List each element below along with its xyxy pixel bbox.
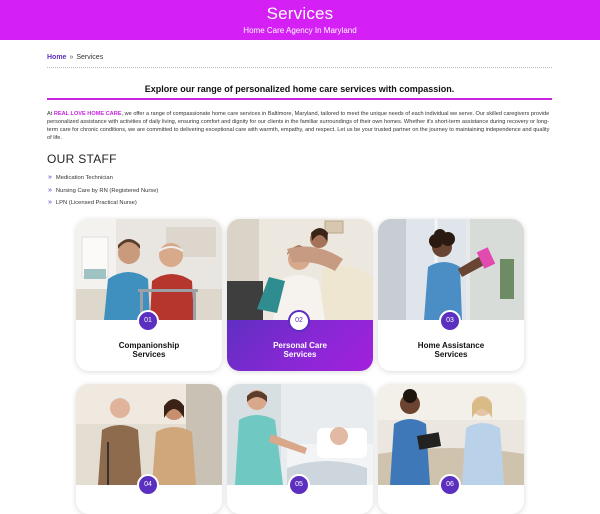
personal-care-photo <box>227 219 373 320</box>
service-title-line1: Companionship <box>118 341 180 350</box>
staff-item: » Medication Technician <box>48 172 158 185</box>
service-title-line2: Services <box>283 350 317 359</box>
tagline-underline <box>47 98 552 100</box>
staff-heading: OUR STAFF <box>47 152 117 166</box>
service-title-line2: Services <box>132 350 166 359</box>
breadcrumb-home-link[interactable]: Home <box>47 54 66 61</box>
service-6-photo <box>378 384 524 485</box>
service-title-line1: Personal Care <box>273 341 327 350</box>
breadcrumb-separator: » <box>69 54 74 61</box>
page-header: Services Home Care Agency In Maryland <box>0 0 600 40</box>
service-number-badge: 06 <box>439 474 461 496</box>
staff-item: » LPN (Licensed Practical Nurse) <box>48 197 158 210</box>
service-title: Home Assistance Services <box>378 341 524 359</box>
service-title-line1: Home Assistance <box>417 341 485 350</box>
double-chevron-right-icon: » <box>48 199 52 206</box>
service-4-photo <box>76 384 222 485</box>
breadcrumb: Home» Services <box>47 54 103 61</box>
service-number-badge: 04 <box>137 474 159 496</box>
staff-item-label: Medication Technician <box>55 175 113 181</box>
service-card-6[interactable]: 06 <box>378 384 524 514</box>
service-card-personal-care[interactable]: 02 Personal Care Services <box>227 219 373 371</box>
service-card-4[interactable]: 04 <box>76 384 222 514</box>
service-card-5[interactable]: 05 <box>227 384 373 514</box>
double-chevron-right-icon: » <box>48 186 52 194</box>
home-assistance-photo <box>378 219 524 320</box>
double-chevron-right-icon: » <box>48 174 52 181</box>
staff-list: » Medication Technician » Nursing Care by … <box>48 172 158 210</box>
intro-text-after: , we offer a range of compassionate home… <box>47 111 550 141</box>
intro-text-before: At <box>47 111 54 117</box>
staff-item-label: Nursing Care by RN (Registered Nurse) <box>55 187 159 194</box>
service-title: Companionship Services <box>76 341 222 359</box>
breadcrumb-divider <box>47 67 552 68</box>
service-title-line2: Services <box>434 350 468 359</box>
service-5-photo <box>227 384 373 485</box>
staff-item: » Nursing Care by RN (Registered Nurse) <box>48 185 158 198</box>
breadcrumb-current: Services <box>76 54 104 61</box>
section-tagline: Explore our range of personalized home c… <box>144 84 455 94</box>
service-number-badge: 03 <box>439 310 461 332</box>
companionship-photo <box>76 219 222 320</box>
page-subtitle: Home Care Agency In Maryland <box>243 26 357 35</box>
brand-name: REAL LOVE HOME CARE <box>53 111 122 117</box>
service-card-home-assistance[interactable]: 03 Home Assistance Services <box>378 219 524 371</box>
service-number-badge: 01 <box>137 310 159 332</box>
service-number-badge: 02 <box>288 310 310 332</box>
service-title: Personal Care Services <box>227 341 373 359</box>
page-title: Services <box>266 4 334 23</box>
staff-item-label: LPN (Licensed Practical Nurse) <box>55 200 137 206</box>
service-number-badge: 05 <box>288 474 310 496</box>
service-card-companionship[interactable]: 01 Companionship Services <box>76 219 222 371</box>
intro-paragraph: At REAL LOVE HOME CARE, we offer a range… <box>47 110 555 142</box>
